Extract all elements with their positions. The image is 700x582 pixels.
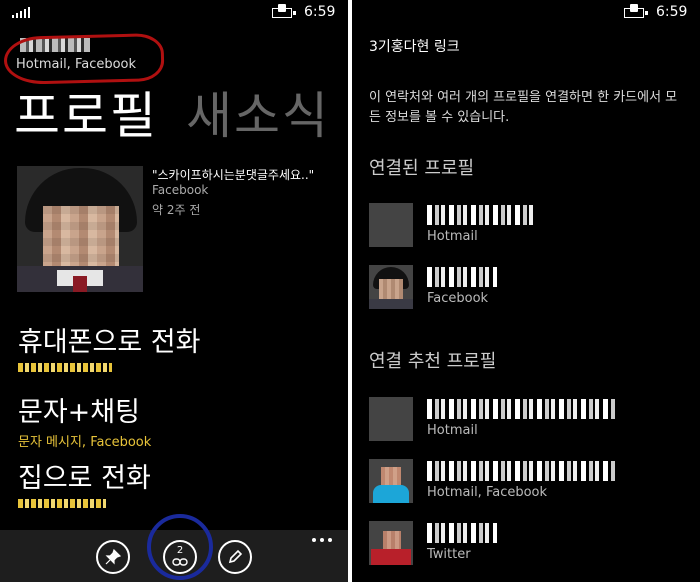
battery-charging-icon [624,4,648,18]
blue-annotation-circle [147,514,213,580]
pin-icon [105,549,121,565]
mobile-number-redacted [18,361,200,376]
suggested-profile-item[interactable]: Hotmail [369,397,689,443]
link-page-title: 3기홍다현 링크 [369,39,460,55]
profile-name-redacted [427,205,537,225]
suggested-profiles-heading: 연결 추천 프로필 [369,351,497,372]
latest-status-time: 약 2주 전 [152,203,201,217]
call-mobile-action[interactable]: 휴대폰으로 전화 [18,320,200,376]
contact-profile-screen: 6:59 Hotmail, Facebook 프로필 새소식 "스카이프하시는분댓… [0,0,348,582]
profile-thumbnail [369,521,413,565]
profile-service: Hotmail [427,229,478,244]
profile-thumbnail [369,265,413,309]
pivot-profile[interactable]: 프로필 [14,87,158,145]
profile-service: Twitter [427,547,471,562]
signal-strength-icon [12,6,30,18]
pencil-icon [228,549,243,564]
profile-name-redacted [427,523,497,543]
profile-service: Hotmail, Facebook [427,485,548,500]
call-home-action[interactable]: 집으로 전화 [18,456,151,512]
suggested-profile-item[interactable]: Hotmail, Facebook [369,459,689,505]
profile-service: Facebook [427,291,489,306]
edit-button[interactable] [218,540,252,574]
link-description: 이 연락처와 여러 개의 프로필을 연결하면 한 카드에서 모든 정보를 볼 수… [369,90,678,125]
call-home-label: 집으로 전화 [18,463,151,494]
status-bar: 6:59 [0,0,348,26]
profile-thumbnail [369,397,413,441]
text-chat-action[interactable]: 문자+채팅 문자 메시지, Facebook [18,390,151,450]
status-time: 6:59 [304,4,336,20]
battery-charging-icon [272,4,296,18]
pivot-whats-new[interactable]: 새소식 [186,87,330,145]
linked-profile-item[interactable]: Hotmail [369,203,689,249]
latest-status-source: Facebook [152,183,209,197]
profile-service: Hotmail [427,423,478,438]
linked-profile-item[interactable]: Facebook [369,265,689,311]
linked-profiles-heading: 연결된 프로필 [369,158,475,179]
status-time: 6:59 [656,4,688,20]
profile-name-redacted [427,461,617,481]
call-mobile-label: 휴대폰으로 전화 [18,327,201,358]
link-profiles-screen: 6:59 3기홍다현 링크 이 연락처와 여러 개의 프로필을 연결하면 한 카… [352,0,700,582]
profile-photo[interactable] [17,166,143,292]
profile-thumbnail [369,203,413,247]
pin-button[interactable] [96,540,130,574]
suggested-profile-item[interactable]: Twitter [369,521,689,567]
text-chat-subtitle: 문자 메시지, Facebook [18,435,152,450]
latest-status-text[interactable]: "스카이프하시는분댓글주세요.." [152,166,314,183]
more-options-button[interactable] [312,538,332,542]
pivot-header: 프로필 새소식 [14,76,330,148]
status-bar: 6:59 [352,0,700,26]
profile-thumbnail [369,459,413,503]
text-chat-label: 문자+채팅 [18,397,140,428]
profile-name-redacted [427,267,497,287]
home-number-redacted [18,497,151,512]
profile-name-redacted [427,399,615,419]
